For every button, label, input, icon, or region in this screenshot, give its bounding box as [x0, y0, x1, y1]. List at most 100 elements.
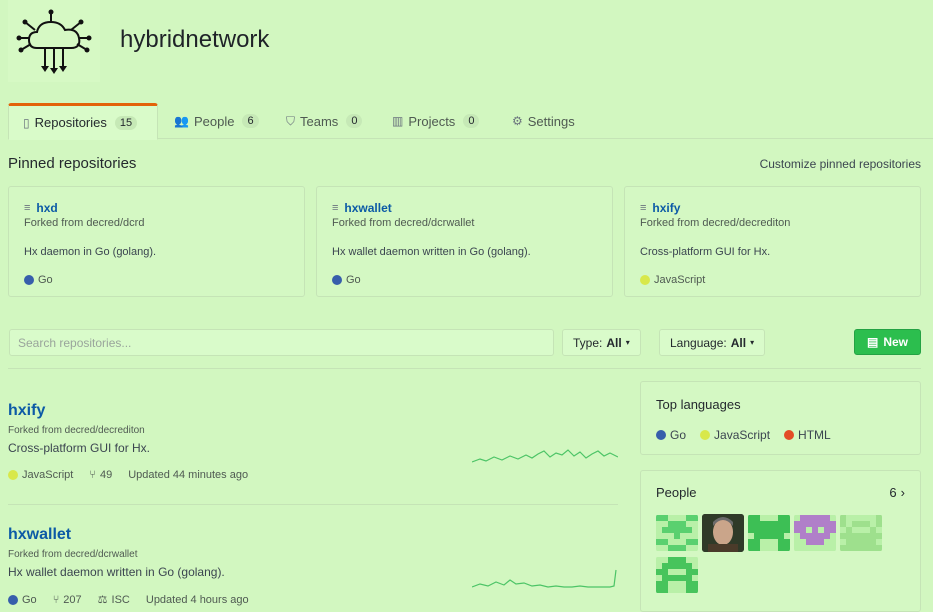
language-color-dot — [8, 594, 18, 605]
language-color-dot — [700, 430, 711, 440]
language-filter-javascript[interactable]: JavaScript — [700, 428, 770, 442]
project-icon: ▥ — [392, 114, 404, 128]
language-select-label: Language: — [670, 335, 727, 350]
top-languages-box: Top languages Go JavaScript HTML — [640, 381, 921, 455]
language-select-value: All — [730, 335, 747, 350]
pinned-description: Hx daemon in Go (golang). — [24, 246, 157, 258]
org-logo — [8, 0, 100, 82]
tab-teams[interactable]: ⛉ Teams 0 — [280, 103, 368, 139]
repo-license: ISC — [111, 593, 130, 606]
repo-fork-text: Forked from decred/decrediton — [8, 425, 145, 436]
pinned-fork-text: Forked from decred/decrediton — [640, 217, 791, 229]
people-title: People — [656, 485, 697, 500]
language-color-dot — [24, 275, 34, 285]
repo-updated: Updated 44 minutes ago — [128, 469, 249, 481]
tab-label: Projects — [408, 113, 456, 129]
repo-forks-link[interactable]: ⑂ 207 — [53, 594, 82, 606]
cloud-network-icon — [16, 9, 92, 74]
pinned-title: Pinned repositories — [8, 155, 137, 172]
customize-pinned-link[interactable]: Customize pinned repositories — [760, 157, 921, 171]
tab-people[interactable]: 👥 People 6 — [168, 103, 265, 139]
repo-forks-count: 207 — [63, 593, 82, 606]
pinned-card[interactable]: ≡ hxd Forked from decred/dcrd Hx daemon … — [8, 186, 305, 297]
repo-forks-link[interactable]: ⑂ 49 — [89, 469, 112, 481]
tab-counter: 0 — [346, 114, 363, 128]
avatar[interactable] — [656, 556, 698, 594]
repo-list-item: hxify Forked from decred/decrediton Cros… — [8, 402, 618, 481]
repo-icon: ≡ — [332, 202, 339, 214]
tab-settings[interactable]: ⚙ Settings — [506, 103, 581, 139]
language-color-dot — [784, 430, 795, 440]
people-count: 6 — [889, 485, 897, 500]
pinned-fork-text: Forked from decred/dcrd — [24, 217, 145, 229]
org-name: hybridnetwork — [120, 26, 270, 53]
language-filter-html[interactable]: HTML — [784, 428, 831, 442]
tab-counter: 0 — [463, 114, 480, 128]
people-count-link[interactable]: 6 › — [889, 485, 905, 500]
fork-icon: ⑂ — [89, 469, 96, 481]
avatar[interactable] — [702, 514, 744, 552]
language-name: HTML — [798, 428, 831, 442]
pinned-card[interactable]: ≡ hxwallet Forked from decred/dcrwallet … — [316, 186, 613, 297]
language-name: JavaScript — [714, 428, 771, 442]
pinned-repo-name[interactable]: hxify — [652, 201, 680, 215]
repo-icon: ≡ — [24, 202, 31, 214]
tab-repositories[interactable]: ▯ Repositories 15 — [8, 103, 158, 140]
repo-name-link[interactable]: hxwallet — [8, 526, 618, 544]
type-select-label: Type: — [573, 335, 603, 350]
divider — [8, 504, 618, 505]
avatar[interactable] — [840, 514, 882, 552]
chevron-right-icon: › — [900, 485, 905, 500]
type-select-value: All — [606, 335, 622, 350]
repo-updated: Updated 4 hours ago — [145, 593, 249, 606]
tab-counter: 15 — [114, 115, 138, 130]
gear-icon: ⚙ — [512, 114, 523, 128]
repo-list-item: hxwallet Forked from decred/dcrwallet Hx… — [8, 526, 618, 606]
pinned-language: Go — [38, 274, 53, 286]
repo-icon: ≡ — [640, 202, 647, 214]
language-color-dot — [332, 275, 342, 285]
new-repository-button[interactable]: ▤ New — [854, 329, 921, 355]
type-select[interactable]: Type: All ▾ — [562, 329, 641, 356]
people-icon: 👥 — [174, 114, 189, 128]
repo-language: Go — [22, 593, 37, 606]
pinned-description: Hx wallet daemon written in Go (golang). — [332, 246, 531, 258]
pinned-language: Go — [346, 274, 361, 286]
language-select[interactable]: Language: All ▾ — [659, 329, 766, 356]
pinned-card[interactable]: ≡ hxify Forked from decred/decrediton Cr… — [624, 186, 921, 297]
pinned-repo-name[interactable]: hxwallet — [344, 201, 391, 215]
divider — [8, 368, 921, 369]
repo-name-link[interactable]: hxify — [8, 402, 618, 420]
search-repositories-input[interactable] — [9, 329, 554, 356]
pinned-repo-name[interactable]: hxd — [36, 201, 57, 215]
language-filter-go[interactable]: Go — [656, 428, 686, 442]
language-color-dot — [656, 430, 666, 440]
activity-sparkline — [472, 569, 617, 588]
top-languages-title: Top languages — [656, 397, 741, 412]
repo-icon: ▤ — [866, 335, 879, 349]
tab-label: Repositories — [34, 115, 107, 130]
pinned-fork-text: Forked from decred/dcrwallet — [332, 217, 475, 229]
tab-label: Teams — [300, 113, 339, 129]
repo-language: JavaScript — [22, 469, 74, 481]
fork-icon: ⑂ — [52, 593, 60, 606]
pinned-language: JavaScript — [654, 274, 706, 286]
repo-fork-text: Forked from decred/dcrwallet — [8, 549, 138, 560]
tab-projects[interactable]: ▥ Projects 0 — [386, 103, 485, 139]
avatar[interactable] — [656, 514, 698, 552]
avatar[interactable] — [794, 514, 836, 552]
tab-label: People — [193, 113, 235, 129]
language-color-dot — [8, 470, 18, 480]
repo-icon: ▯ — [23, 115, 30, 130]
people-box: People 6 › — [640, 470, 921, 612]
org-tabs: ▯ Repositories 15 👥 People 6 ⛉ Teams 0 ▥… — [8, 103, 933, 140]
new-button-label: New — [883, 335, 909, 349]
pinned-description: Cross-platform GUI for Hx. — [640, 246, 771, 258]
avatar[interactable] — [748, 514, 790, 552]
language-name: Go — [670, 428, 687, 442]
tab-counter: 6 — [242, 114, 259, 128]
caret-down-icon: ▾ — [625, 338, 630, 347]
repo-forks-count: 49 — [99, 469, 113, 481]
jersey-icon: ⛉ — [286, 113, 296, 128]
language-color-dot — [640, 275, 650, 285]
